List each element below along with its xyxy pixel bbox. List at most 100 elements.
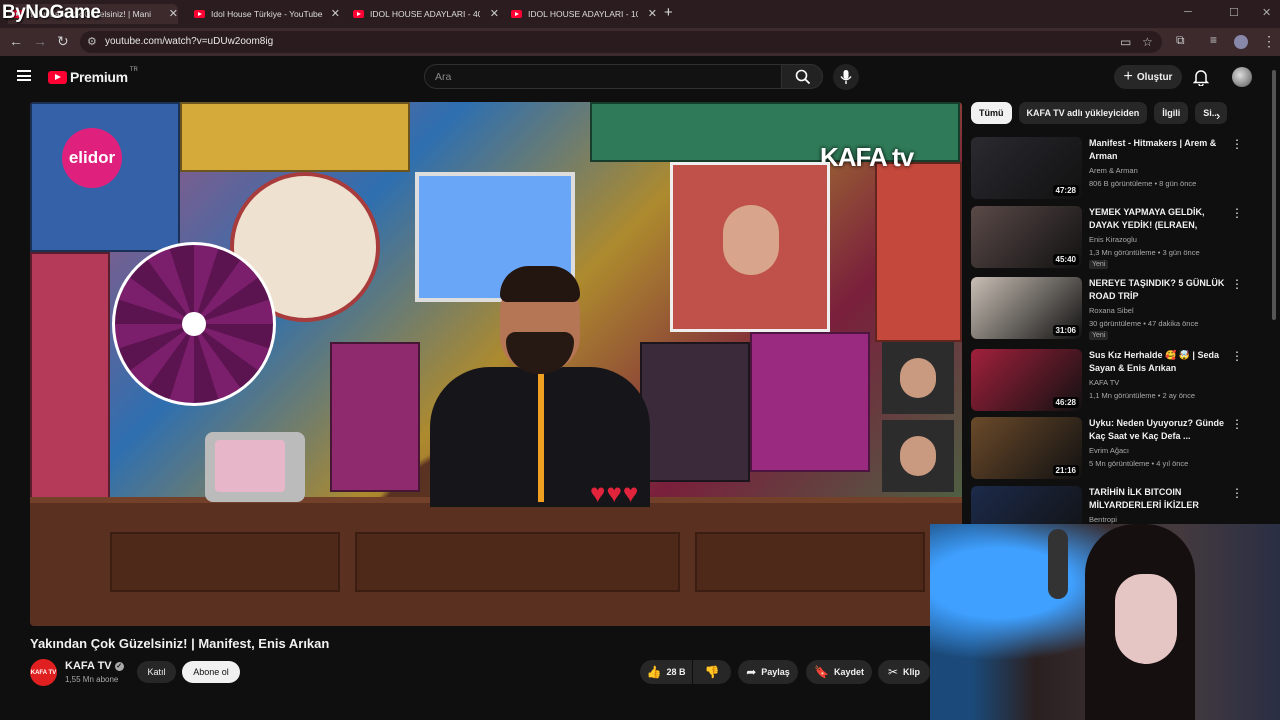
- recommendation-channel[interactable]: Arem & Arman: [1089, 166, 1138, 175]
- recommendation-meta: 1,1 Mn görüntüleme • 2 ay önce: [1089, 391, 1196, 400]
- save-button[interactable]: 🔖 Kaydet: [806, 660, 872, 684]
- recommendation-meta: 806 B görüntüleme • 8 gün önce: [1089, 179, 1197, 188]
- search-input[interactable]: Ara: [424, 64, 782, 89]
- site-info-icon[interactable]: ⚙: [87, 35, 97, 48]
- profile-avatar-icon[interactable]: [1234, 35, 1248, 49]
- microphone-icon: [840, 70, 852, 84]
- pixel-hearts: ♥♥♥: [590, 478, 640, 508]
- create-label: Oluştur: [1136, 71, 1173, 83]
- filter-chips: Tümü KAFA TV adlı yükleyiciden İlgili Si…: [971, 102, 1231, 126]
- recommendation-item[interactable]: 21:16 Uyku: Neden Uyuyoruz? Günde Kaç Saa…: [971, 417, 1243, 481]
- browser-tab-3[interactable]: IDOL HOUSE ADAYLARI - 40/16 ✕: [349, 4, 499, 24]
- menu-icon[interactable]: [17, 70, 31, 81]
- video-thumbnail[interactable]: 45:40: [971, 206, 1082, 268]
- close-tab-icon[interactable]: ✕: [648, 7, 657, 20]
- youtube-premium-logo[interactable]: Premium TR: [48, 67, 138, 85]
- search-icon: [795, 69, 811, 85]
- recommendation-title[interactable]: NEREYE TAŞINDIK? 5 GÜNLÜK ROAD TRİP: [1089, 277, 1225, 303]
- video-thumbnail[interactable]: 21:16: [971, 417, 1082, 479]
- tab-label: Idol House Türkiye - YouTube: [211, 9, 323, 19]
- subscribe-button[interactable]: Abone ol: [182, 661, 240, 683]
- duration-badge: 21:16: [1052, 465, 1079, 476]
- back-icon[interactable]: ←: [9, 33, 23, 49]
- url-text[interactable]: youtube.com/watch?v=uDUw2oom8ig: [105, 36, 273, 47]
- account-avatar[interactable]: [1232, 67, 1252, 87]
- prize-wheel: [112, 242, 276, 406]
- dislike-button[interactable]: 👎: [693, 660, 731, 684]
- video-thumbnail[interactable]: 46:28: [971, 349, 1082, 411]
- recommendation-item[interactable]: 47:28 Manifest - Hitmakers | Arem & Arman…: [971, 137, 1243, 201]
- recommendation-title[interactable]: Sus Kız Herhalde 🥰 🤯 | Seda Sayan & Enis…: [1089, 349, 1225, 375]
- tab-label: IDOL HOUSE ADAYLARI - 40/16: [370, 9, 480, 19]
- notifications-bell-icon[interactable]: [1193, 69, 1209, 86]
- browser-tab-2[interactable]: Idol House Türkiye - YouTube ✕: [190, 4, 340, 24]
- recommendation-title[interactable]: Uyku: Neden Uyuyoruz? Günde Kaç Saat ve …: [1089, 417, 1225, 443]
- create-button[interactable]: + Oluştur: [1114, 65, 1182, 89]
- new-badge: Yeni: [1089, 331, 1109, 340]
- extensions-icon[interactable]: ⧉: [1176, 33, 1185, 48]
- recommendation-title[interactable]: YEMEK YAPMAYA GELDİK, DAYAK YEDİK! (ELRA…: [1089, 206, 1225, 233]
- clip-button[interactable]: ✂ Klip: [878, 660, 930, 684]
- recommendation-item[interactable]: 45:40 YEMEK YAPMAYA GELDİK, DAYAK YEDİK! …: [971, 206, 1243, 270]
- cast-icon[interactable]: ▭: [1120, 35, 1131, 49]
- new-tab-icon[interactable]: +: [664, 4, 673, 21]
- browser-tab-4[interactable]: IDOL HOUSE ADAYLARI - 100/1 ✕: [507, 4, 657, 24]
- channel-name-text[interactable]: KAFA TV: [65, 660, 112, 672]
- portrait-painting: [670, 162, 830, 332]
- more-options-icon[interactable]: ⋮: [1231, 277, 1243, 291]
- maximize-icon[interactable]: ☐: [1229, 6, 1239, 19]
- recommendation-title[interactable]: TARİHİN İLK BITCOIN MİLYARDERLERİ İKİZLE…: [1089, 486, 1225, 512]
- recommendation-item[interactable]: 46:28 Sus Kız Herhalde 🥰 🤯 | Seda Sayan &…: [971, 349, 1243, 413]
- forward-icon[interactable]: →: [33, 33, 47, 49]
- close-tab-icon[interactable]: ✕: [169, 7, 178, 20]
- recommendation-item[interactable]: 31:06 NEREYE TAŞINDIK? 5 GÜNLÜK ROAD TRİP…: [971, 277, 1243, 341]
- chip-from-uploader[interactable]: KAFA TV adlı yükleyiciden: [1018, 102, 1148, 124]
- reading-list-icon[interactable]: ≡: [1210, 33, 1217, 47]
- decor-panel: [875, 162, 962, 342]
- more-options-icon[interactable]: ⋮: [1231, 206, 1243, 220]
- more-options-icon[interactable]: ⋮: [1231, 486, 1243, 500]
- video-thumbnail[interactable]: 31:06: [971, 277, 1082, 339]
- elidor-sponsor-logo: elidor: [62, 128, 122, 188]
- close-tab-icon[interactable]: ✕: [331, 7, 340, 20]
- channel-name[interactable]: KAFA TV ✓: [65, 660, 124, 672]
- omnibox[interactable]: ⚙ youtube.com/watch?v=uDUw2oom8ig ▭ ☆: [80, 31, 1162, 53]
- more-options-icon[interactable]: ⋮: [1231, 417, 1243, 431]
- recommendation-channel[interactable]: KAFA TV: [1089, 378, 1119, 387]
- scrollbar[interactable]: [1272, 70, 1276, 320]
- recommendation-channel[interactable]: Bentropi: [1089, 515, 1117, 524]
- subscriber-count: 1,55 Mn abone: [65, 675, 119, 684]
- share-button[interactable]: ➦ Paylaş: [738, 660, 798, 684]
- like-button[interactable]: 👍 28 B: [640, 660, 692, 684]
- recommendation-channel[interactable]: Enis Kirazoglu: [1089, 235, 1137, 244]
- chip-more[interactable]: Si...: [1195, 102, 1228, 124]
- more-options-icon[interactable]: ⋮: [1231, 349, 1243, 363]
- reload-icon[interactable]: ↻: [57, 33, 69, 50]
- minimize-icon[interactable]: ─: [1184, 6, 1192, 18]
- more-options-icon[interactable]: ⋮: [1231, 137, 1243, 151]
- chip-related[interactable]: İlgili: [1154, 102, 1189, 124]
- browser-tab-bar: Yakından Çok Güzelsiniz! | Mani ✕ Idol H…: [0, 0, 1280, 28]
- search-button[interactable]: [781, 64, 823, 89]
- join-button[interactable]: Katıl: [137, 661, 176, 683]
- recommendation-channel[interactable]: Evrim Ağacı: [1089, 446, 1129, 455]
- browser-menu-icon[interactable]: ⋮: [1262, 33, 1276, 50]
- channel-avatar[interactable]: KAFA TV: [30, 659, 57, 686]
- close-window-icon[interactable]: ✕: [1262, 6, 1271, 19]
- video-player[interactable]: elidor KAFA tv ♥♥♥: [30, 102, 962, 626]
- search-placeholder: Ara: [435, 71, 452, 83]
- recommendation-channel[interactable]: Roxana Sibel: [1089, 306, 1134, 315]
- voice-search-button[interactable]: [833, 64, 859, 90]
- close-tab-icon[interactable]: ✕: [490, 7, 499, 20]
- bookmark-star-icon[interactable]: ☆: [1142, 35, 1153, 49]
- chip-all[interactable]: Tümü: [971, 102, 1012, 124]
- chevron-right-icon[interactable]: ›: [1216, 108, 1220, 123]
- recommendation-meta: 30 görüntüleme • 47 dakika önce: [1089, 319, 1199, 328]
- youtube-favicon-icon: [353, 10, 364, 18]
- decor-panel: [180, 102, 410, 172]
- recommendation-meta: 5 Mn görüntüleme • 4 yıl önce: [1089, 459, 1189, 468]
- video-thumbnail[interactable]: 47:28: [971, 137, 1082, 199]
- desk-drawer: [695, 532, 925, 592]
- recommendation-title[interactable]: Manifest - Hitmakers | Arem & Arman: [1089, 137, 1225, 163]
- share-arrow-icon: ➦: [746, 665, 757, 679]
